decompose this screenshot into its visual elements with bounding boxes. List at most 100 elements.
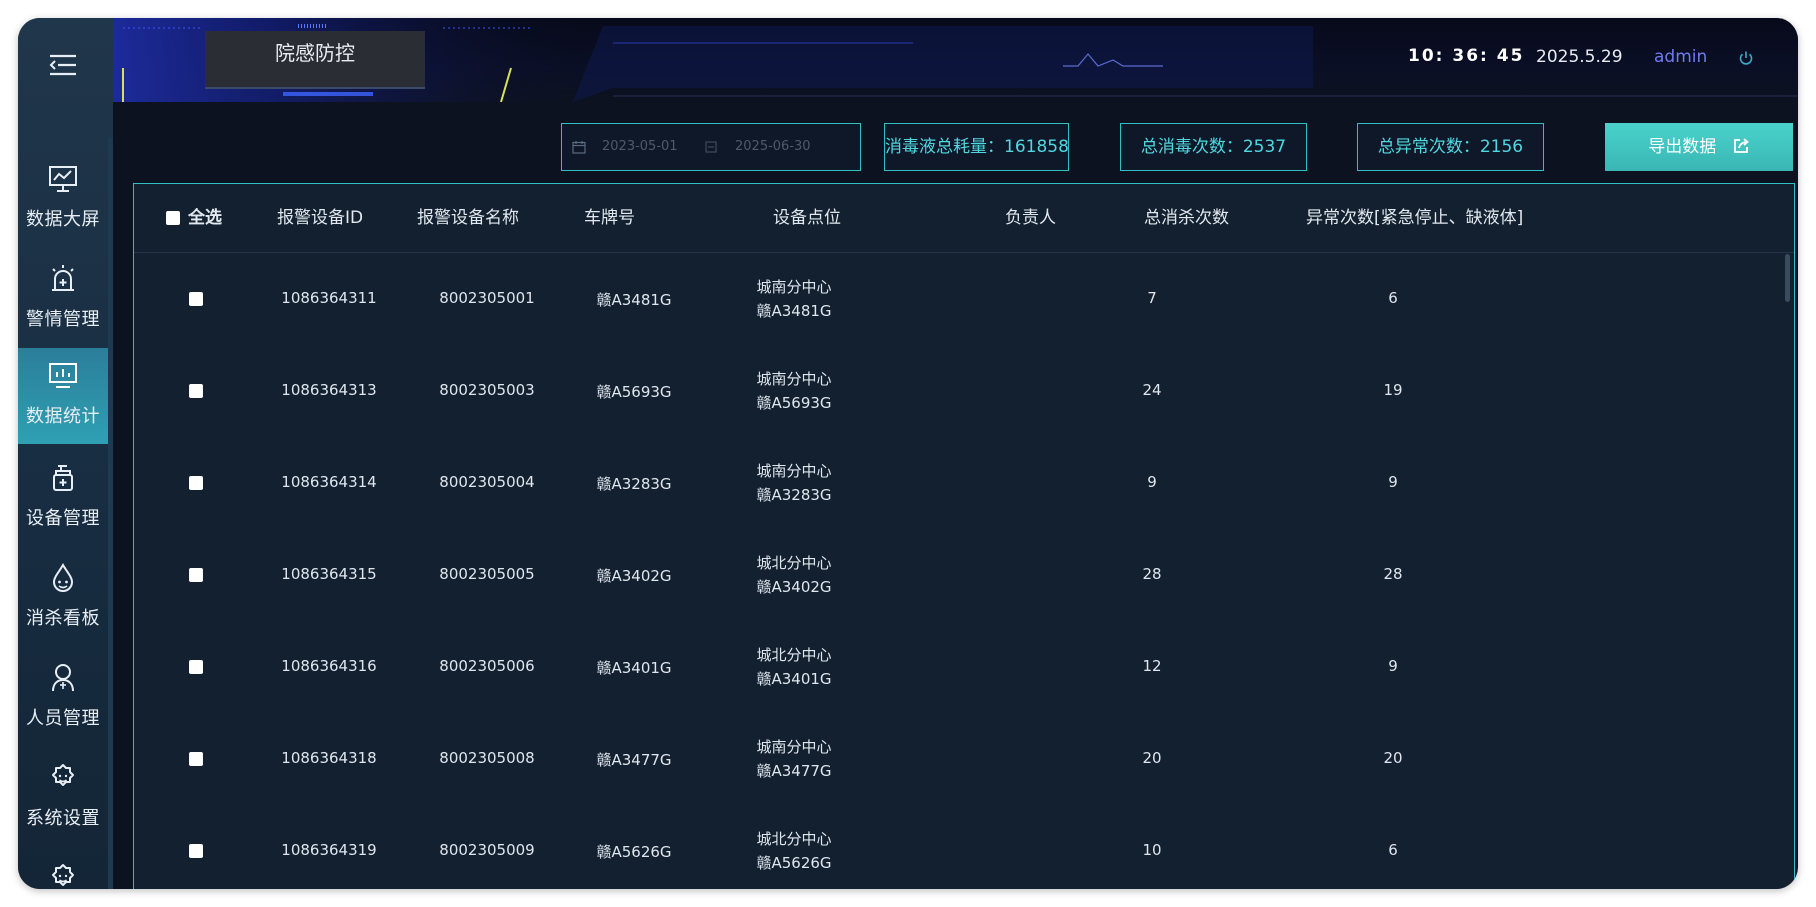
row-checkbox[interactable] (189, 476, 203, 490)
end-date-input[interactable]: 2025-06-30 (735, 139, 811, 154)
cell-total-count: 28 (1142, 565, 1162, 583)
sidebar-item-extra[interactable] (18, 850, 108, 889)
table-row[interactable]: 1086364311 8002305001 赣A3481G 城南分中心 赣A34… (134, 253, 1794, 345)
sidebar-item-device-management[interactable]: 设备管理 (18, 450, 108, 546)
cell-location: 城北分中心 赣A5626G (734, 827, 854, 875)
sidebar-item-label: 人员管理 (26, 708, 100, 729)
select-all-checkbox[interactable] (166, 211, 180, 225)
dispenser-bottle-icon (53, 465, 73, 491)
cell-abnormal-count: 19 (1383, 381, 1403, 399)
cell-device-id: 1086364311 (281, 289, 377, 307)
cell-device-name: 8002305001 (439, 289, 535, 307)
app-window: 数据大屏 警情管理 数据统计 设备管理 消杀看板 人员管理 系统设置 院感防控 … (18, 18, 1798, 889)
cell-device-name: 8002305008 (439, 749, 535, 767)
sidebar-item-alarm[interactable]: 警情管理 (18, 251, 108, 347)
person-icon (52, 664, 74, 692)
cell-device-id: 1086364313 (281, 381, 377, 399)
sidebar-item-disinfect-board[interactable]: 消杀看板 (18, 550, 108, 646)
monitor-chart-icon (49, 166, 77, 192)
row-checkbox[interactable] (189, 384, 203, 398)
sidebar-item-system-settings[interactable]: 系统设置 (18, 750, 108, 846)
cell-location-plate: 赣A3477G (756, 762, 832, 780)
data-table: 全选 报警设备ID 报警设备名称 车牌号 设备点位 负责人 总消杀次数 异常次数… (133, 183, 1795, 889)
export-button-label: 导出数据 (1648, 137, 1717, 157)
cell-location-center: 城南分中心 (756, 370, 832, 388)
cell-location: 城南分中心 赣A3481G (734, 275, 854, 323)
cell-location-center: 城北分中心 (756, 554, 832, 572)
sidebar-item-data-statistics[interactable]: 数据统计 (18, 348, 108, 444)
row-checkbox[interactable] (189, 292, 203, 306)
cell-total-count: 20 (1142, 749, 1162, 767)
sidebar-item-data-screen[interactable]: 数据大屏 (18, 151, 108, 247)
row-checkbox[interactable] (189, 660, 203, 674)
row-checkbox[interactable] (189, 568, 203, 582)
cell-device-id: 1086364314 (281, 473, 377, 491)
table-row[interactable]: 1086364319 8002305009 赣A5626G 城北分中心 赣A56… (134, 805, 1794, 889)
header-total-count: 总消杀次数 (1144, 208, 1229, 228)
sidebar-item-label: 数据统计 (26, 406, 100, 427)
table-row[interactable]: 1086364314 8002305004 赣A3283G 城南分中心 赣A32… (134, 437, 1794, 529)
cell-location-plate: 赣A5693G (756, 394, 832, 412)
current-date: 2025.5.29 (1536, 47, 1623, 67)
cell-plate: 赣A5626G (596, 843, 672, 861)
cell-total-count: 12 (1142, 657, 1162, 675)
sidebar-item-label: 设备管理 (26, 508, 100, 529)
cell-device-id: 1086364315 (281, 565, 377, 583)
sidebar-item-label: 警情管理 (26, 309, 100, 330)
cell-abnormal-count: 28 (1383, 565, 1403, 583)
table-scrollbar[interactable] (1785, 254, 1790, 302)
cell-plate: 赣A3477G (596, 751, 672, 769)
cell-device-id: 1086364316 (281, 657, 377, 675)
cell-plate: 赣A3283G (596, 475, 672, 493)
cell-location-center: 城南分中心 (756, 462, 832, 480)
header-owner: 负责人 (1005, 208, 1056, 228)
cell-location: 城南分中心 赣A5693G (734, 367, 854, 415)
cell-device-name: 8002305009 (439, 841, 535, 859)
cell-plate: 赣A3401G (596, 659, 672, 677)
cell-plate: 赣A5693G (596, 383, 672, 401)
sidebar-item-personnel[interactable]: 人员管理 (18, 650, 108, 746)
cell-location-center: 城南分中心 (756, 278, 832, 296)
cell-location-center: 城北分中心 (756, 830, 832, 848)
cell-location-plate: 赣A3401G (756, 670, 832, 688)
row-checkbox[interactable] (189, 752, 203, 766)
sidebar-item-label: 消杀看板 (26, 608, 100, 629)
export-share-icon (1733, 138, 1749, 153)
row-checkbox[interactable] (189, 844, 203, 858)
start-date-input[interactable]: 2023-05-01 (602, 139, 678, 154)
power-icon[interactable] (1738, 50, 1754, 66)
header-location: 设备点位 (773, 208, 841, 228)
export-data-button[interactable]: 导出数据 (1605, 123, 1793, 171)
sidebar-item-label: 系统设置 (26, 808, 100, 829)
cell-plate: 赣A3481G (596, 291, 672, 309)
page-title: 院感防控 (205, 31, 425, 89)
cell-abnormal-count: 6 (1388, 289, 1398, 307)
user-name-link[interactable]: admin (1654, 47, 1707, 67)
sidebar: 数据大屏 警情管理 数据统计 设备管理 消杀看板 人员管理 系统设置 (18, 18, 113, 889)
header-select-all: 全选 (188, 208, 222, 228)
cell-abnormal-count: 9 (1388, 473, 1398, 491)
cell-total-count: 9 (1147, 473, 1157, 491)
cell-abnormal-count: 9 (1388, 657, 1398, 675)
date-range-picker[interactable]: 2023-05-01 2025-06-30 (561, 123, 861, 171)
sidebar-scrollbar[interactable] (108, 138, 113, 889)
cell-device-name: 8002305004 (439, 473, 535, 491)
cell-device-name: 8002305006 (439, 657, 535, 675)
cell-location-plate: 赣A3283G (756, 486, 832, 504)
range-separator-icon (705, 141, 717, 153)
table-row[interactable]: 1086364316 8002305006 赣A3401G 城北分中心 赣A34… (134, 621, 1794, 713)
cell-abnormal-count: 6 (1388, 841, 1398, 859)
table-row[interactable]: 1086364315 8002305005 赣A3402G 城北分中心 赣A34… (134, 529, 1794, 621)
calendar-icon (572, 141, 586, 154)
cell-device-id: 1086364318 (281, 749, 377, 767)
table-row[interactable]: 1086364318 8002305008 赣A3477G 城南分中心 赣A34… (134, 713, 1794, 805)
cell-plate: 赣A3402G (596, 567, 672, 585)
menu-collapse-icon[interactable] (48, 53, 78, 77)
header-device-name: 报警设备名称 (417, 208, 519, 228)
abnormal-count-stat: 总异常次数：2156 (1357, 123, 1544, 171)
header-abnormal-count: 异常次数[紧急停止、缺液体] (1306, 208, 1524, 228)
table-row[interactable]: 1086364313 8002305003 赣A5693G 城南分中心 赣A56… (134, 345, 1794, 437)
bar-chart-monitor-icon (49, 363, 77, 388)
disinfect-count-stat: 总消毒次数：2537 (1120, 123, 1307, 171)
cell-location: 城北分中心 赣A3402G (734, 551, 854, 599)
